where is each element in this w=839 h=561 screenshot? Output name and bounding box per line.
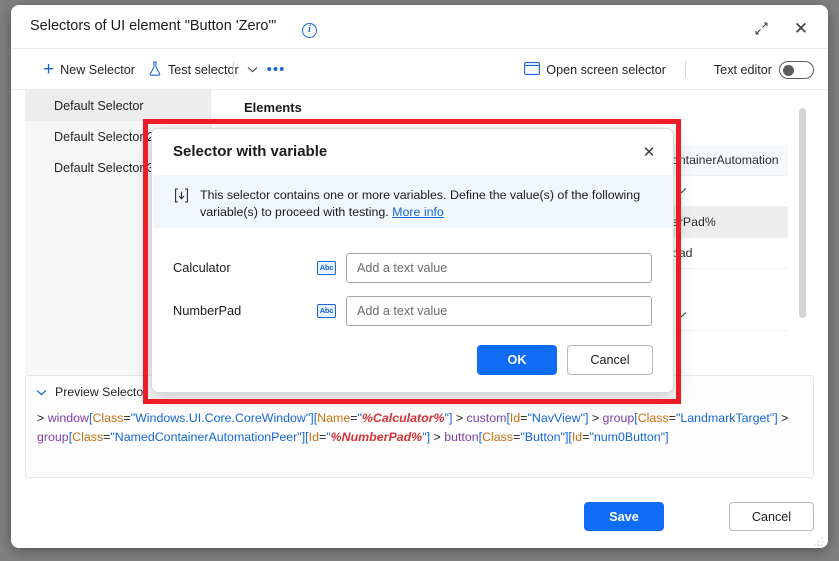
toggle-knob (783, 65, 794, 76)
info-circle-icon[interactable]: i (302, 23, 317, 38)
info-banner: This selector contains one or more varia… (153, 175, 672, 228)
flask-icon (148, 60, 162, 79)
preview-selector-label: Preview Selector (55, 385, 148, 399)
preview-selector-toggle[interactable]: Preview Selector (36, 385, 147, 399)
abc-text-icon: Abc (317, 260, 336, 275)
element-cell: erPad% (672, 215, 716, 229)
save-button[interactable]: Save (584, 502, 664, 531)
selector-token-str: "LandmarkTarget" (675, 411, 775, 425)
selector-token-str: "NavView" (527, 411, 585, 425)
chevron-down-icon[interactable] (676, 185, 687, 197)
chevron-down-icon (36, 385, 47, 399)
toolbar: + New Selector Test selector ••• Open sc… (11, 49, 828, 90)
selector-token-tag: custom (466, 411, 507, 425)
window-footer: Save Cancel (11, 490, 828, 548)
selector-token-var: %NumberPad% (330, 429, 423, 444)
ok-button[interactable]: OK (477, 345, 557, 375)
selector-token-var: %Calculator% (361, 411, 445, 425)
close-icon[interactable]: ✕ (636, 140, 662, 164)
variable-row-numberpad: NumberPad Abc (173, 294, 652, 327)
page-title: Selectors of UI element "Button 'Zero'" (30, 18, 277, 34)
selector-token-attr: Name (317, 411, 351, 425)
text-editor-toggle[interactable] (779, 61, 814, 79)
toolbar-divider-2 (685, 61, 686, 78)
selector-token-tag: group (37, 429, 69, 444)
selector-token-attr: Id (509, 411, 521, 425)
selector-token-attr: Id (308, 429, 319, 444)
selector-token-str: "Button" (520, 429, 565, 444)
selector-expression: > window[Class="Windows.UI.Core.CoreWind… (37, 409, 803, 446)
sidebar-item-default-selector[interactable]: Default Selector (25, 90, 210, 121)
selector-token-tag: window (47, 411, 90, 425)
elements-title: Elements (244, 100, 302, 115)
new-selector-button[interactable]: + New Selector (39, 57, 139, 82)
resize-grip-icon[interactable] (813, 534, 824, 546)
selector-token-attr: Id (571, 429, 583, 444)
variable-label: NumberPad (173, 303, 242, 318)
plus-icon: + (43, 58, 55, 80)
variable-form: Calculator Abc NumberPad Abc (152, 228, 673, 327)
selector-token-plain: > (588, 411, 603, 425)
calculator-value-input[interactable] (346, 252, 652, 283)
element-cell: pad (672, 246, 693, 260)
numberpad-value-input[interactable] (346, 295, 652, 326)
dialog-cancel-button[interactable]: Cancel (567, 345, 653, 375)
selector-token-str: "NamedContainerAutomationPeer" (110, 429, 302, 444)
chevron-down-icon[interactable] (676, 309, 687, 321)
selector-token-tag: button (444, 429, 479, 444)
test-selector-label: Test selector (168, 62, 239, 77)
selector-token-attr: Class (72, 429, 104, 444)
info-banner-text: This selector contains one or more varia… (200, 187, 652, 221)
selector-token-brk: ] (665, 429, 669, 444)
element-cell: ontainerAutomation (672, 153, 779, 167)
selector-token-plain: > (37, 411, 48, 425)
new-selector-label: New Selector (60, 62, 136, 77)
toggle-track (779, 61, 814, 79)
sidebar-item-label: Default Selector 3 (54, 160, 155, 175)
dialog-actions: OK Cancel (477, 345, 653, 375)
selector-token-plain: = (668, 411, 676, 425)
text-editor-label: Text editor (713, 62, 772, 77)
ellipsis-icon[interactable]: ••• (264, 59, 288, 80)
abc-text-icon: Abc (317, 303, 336, 318)
selector-token-attr: Class (482, 429, 514, 444)
open-screen-selector-label: Open screen selector (546, 62, 666, 77)
window-titlebar: Selectors of UI element "Button 'Zero'" … (11, 5, 828, 49)
expand-icon[interactable] (746, 15, 776, 41)
variable-row-calculator: Calculator Abc (173, 251, 652, 284)
selector-token-str: "Windows.UI.Core.CoreWindow" (130, 411, 311, 425)
sidebar-item-label: Default Selector (54, 98, 144, 113)
vertical-scrollbar[interactable] (799, 108, 806, 318)
cancel-button[interactable]: Cancel (729, 502, 814, 531)
selector-token-plain: = (520, 411, 528, 425)
selector-token-plain: > (452, 411, 467, 425)
selector-with-variable-dialog: Selector with variable ✕ This selector c… (151, 128, 674, 393)
test-selector-button[interactable]: Test selector (144, 57, 243, 82)
toolbar-divider (233, 61, 234, 78)
sidebar-item-label: Default Selector 2 (54, 129, 155, 144)
selector-token-plain: > (430, 429, 445, 444)
selector-token-tag: group (602, 411, 635, 425)
close-icon[interactable]: ✕ (786, 15, 816, 41)
selector-token-str: "num0Button" (589, 429, 666, 444)
selector-token-plain: > (777, 411, 789, 425)
screen-selector-icon (524, 61, 541, 78)
variable-input-icon (174, 188, 189, 203)
open-screen-selector-button[interactable]: Open screen selector (520, 57, 670, 82)
chevron-down-icon[interactable] (241, 59, 263, 80)
selector-token-plain: = (123, 411, 131, 425)
variable-label: Calculator (173, 260, 231, 275)
selector-token-attr: Class (92, 411, 124, 425)
dialog-title: Selector with variable (173, 143, 328, 160)
more-info-link[interactable]: More info (392, 205, 444, 219)
selector-token-attr: Class (637, 411, 669, 425)
dialog-header: Selector with variable ✕ (152, 129, 673, 175)
